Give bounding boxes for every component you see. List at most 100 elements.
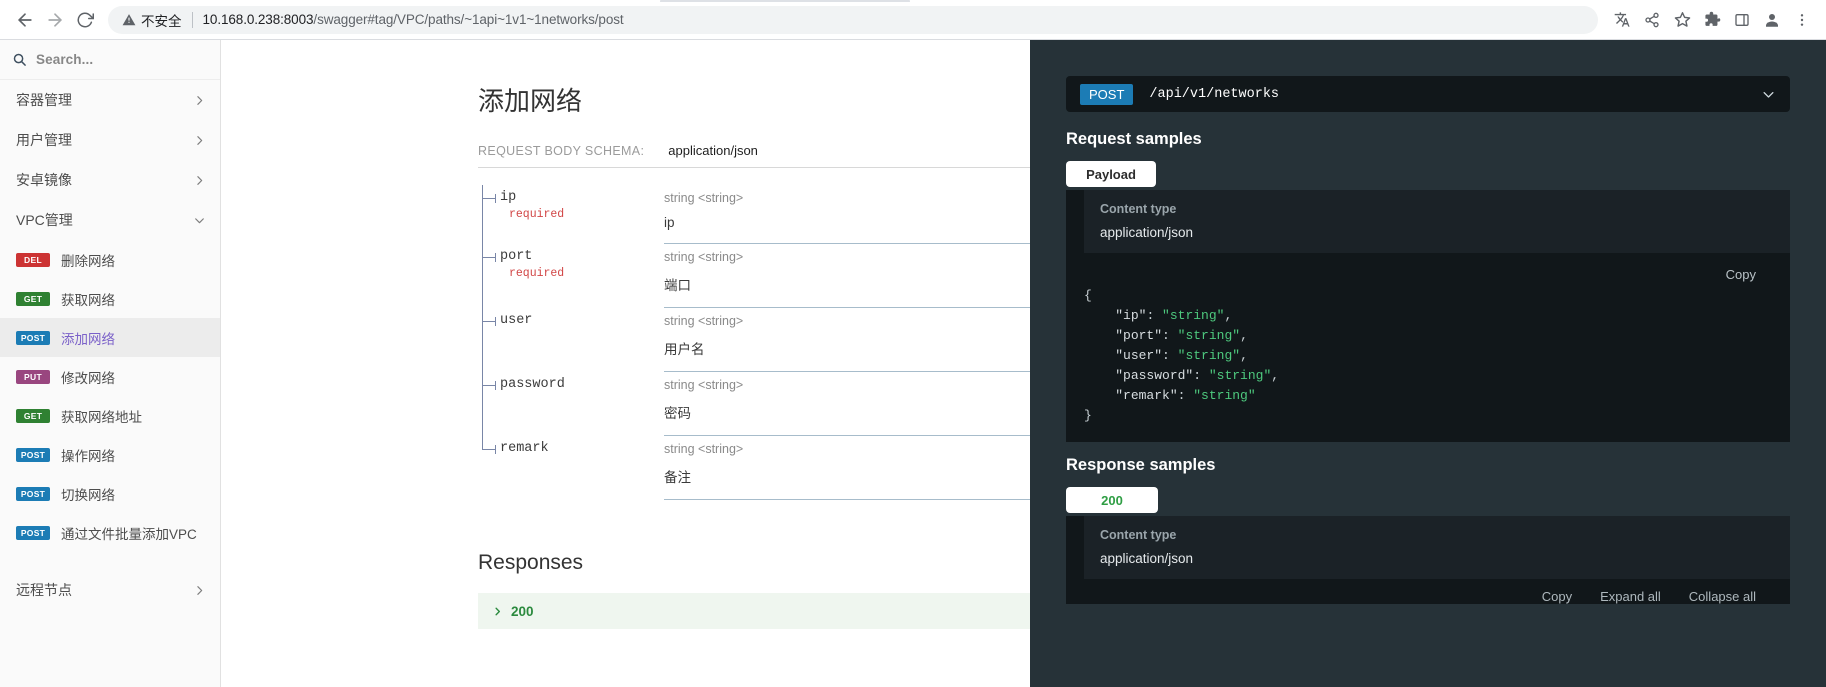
response-toolbar-links: Copy Expand all Collapse all [1066,579,1790,604]
parameter-type: string <string> [664,190,1030,206]
parameter-row: remark string <string> 备注 [478,436,1030,500]
sidebar: Search... 容器管理 用户管理 安卓镜像 VPC管理 [0,40,221,687]
tree-branch-icon [482,321,495,322]
parameter-description: 密码 [664,402,1030,422]
collapse-all-button[interactable]: Collapse all [1689,589,1756,604]
parameter-name: remark [500,440,664,457]
response-samples-section: Response samples 200 Content type applic… [1066,456,1790,604]
sidebar-item-modify-network[interactable]: PUT 修改网络 [0,357,220,396]
sidebar-item-delete-network[interactable]: DEL 删除网络 [0,240,220,279]
response-code-block: Content type application/json Copy Expan… [1066,516,1790,604]
profile-avatar-icon[interactable] [1758,6,1786,34]
request-content-type: Content type application/json [1084,190,1790,253]
search-icon [12,52,27,67]
chevron-right-icon [492,606,503,617]
endpoint-bar[interactable]: POST /api/v1/networks [1066,76,1790,112]
address-bar[interactable]: 不安全 10.168.0.238:8003/swagger#tag/VPC/pa… [108,6,1598,34]
method-badge-get: GET [16,292,50,306]
copy-button[interactable]: Copy [1726,267,1756,282]
response-content-type: Content type application/json [1084,516,1790,579]
tree-line-icon [482,436,483,450]
chevron-right-icon [193,134,206,147]
browser-tab-strip-stub[interactable] [660,0,910,2]
page-body: Search... 容器管理 用户管理 安卓镜像 VPC管理 [0,40,1826,687]
chevron-down-icon [193,214,206,227]
reload-icon[interactable] [70,5,100,35]
parameter-required-flag: required [509,267,664,280]
side-panel-icon[interactable] [1728,6,1756,34]
chrome-menu-icon[interactable] [1788,6,1816,34]
sidebar-group-label: VPC管理 [16,210,73,230]
sidebar-item-add-network[interactable]: POST 添加网络 [0,318,220,357]
forward-arrow-icon[interactable] [40,5,70,35]
tab-payload[interactable]: Payload [1066,161,1156,187]
parameter-required-flag: required [509,208,664,221]
request-samples-title: Request samples [1066,130,1790,149]
parameter-name: password [500,376,664,393]
chevron-down-icon[interactable] [1761,87,1776,102]
sidebar-item-label: 切换网络 [61,484,115,504]
chevron-right-icon [193,584,206,597]
tab-response-200[interactable]: 200 [1066,487,1158,513]
tree-line-icon [482,185,483,244]
parameter-row: user string <string> 用户名 [478,308,1030,372]
content-type-label: Content type [1100,202,1774,216]
chevron-right-icon [193,94,206,107]
sidebar-item-label: 获取网络 [61,289,115,309]
sidebar-group-label: 远程节点 [16,580,72,600]
parameter-list: ip required string <string> ip port re [478,185,1030,500]
address-bar-url: 10.168.0.238:8003/swagger#tag/VPC/paths/… [203,12,624,27]
tree-branch-icon [482,449,495,450]
sidebar-item-get-network-address[interactable]: GET 获取网络地址 [0,396,220,435]
search-input[interactable]: Search... [0,40,220,80]
sidebar-item-switch-network[interactable]: POST 切换网络 [0,474,220,513]
page-title: 添加网络 [478,86,1030,117]
sidebar-item-label: 添加网络 [61,328,115,348]
sidebar-group-android-image[interactable]: 安卓镜像 [0,160,220,200]
sidebar-item-batch-add-vpc[interactable]: POST 通过文件批量添加VPC [0,513,220,552]
response-row-200[interactable]: 200 [478,593,1030,629]
url-path: /swagger#tag/VPC/paths/~1api~1v1~1networ… [313,12,623,27]
sidebar-item-operate-network[interactable]: POST 操作网络 [0,435,220,474]
parameter-name: user [500,312,664,329]
tree-branch-icon [482,257,495,258]
back-arrow-icon[interactable] [10,5,40,35]
response-status-code: 200 [511,604,534,619]
method-badge-get: GET [16,409,50,423]
request-body-schema-value: application/json [668,143,758,158]
endpoint-path: /api/v1/networks [1149,87,1761,102]
sidebar-item-label: 通过文件批量添加VPC [61,523,197,543]
bookmark-star-icon[interactable] [1668,6,1696,34]
content-type-value: application/json [1100,551,1774,566]
browser-toolbar: 不安全 10.168.0.238:8003/swagger#tag/VPC/pa… [0,0,1826,40]
sidebar-group-remote-node[interactable]: 远程节点 [0,570,220,610]
request-body-schema-header: REQUEST BODY SCHEMA: application/json [478,143,1030,168]
share-icon[interactable] [1638,6,1666,34]
sidebar-item-label: 操作网络 [61,445,115,465]
endpoint-method-badge: POST [1080,84,1133,105]
expand-all-button[interactable]: Expand all [1600,589,1661,604]
tree-cap-icon [495,253,496,262]
tree-cap-icon [495,381,496,390]
parameter-description: 端口 [664,274,1030,294]
tree-cap-icon [495,317,496,326]
sidebar-group-vpc[interactable]: VPC管理 [0,200,220,240]
not-secure-label: 不安全 [141,10,182,30]
method-badge-post: POST [16,448,50,462]
sidebar-group-label: 容器管理 [16,90,72,110]
extensions-icon[interactable] [1698,6,1726,34]
content-type-value: application/json [1100,225,1774,240]
parameter-type: string <string> [664,377,1030,393]
copy-button[interactable]: Copy [1542,589,1572,604]
sidebar-group-users[interactable]: 用户管理 [0,120,220,160]
method-badge-post: POST [16,331,50,345]
parameter-type: string <string> [664,441,1030,457]
method-badge-put: PUT [16,370,50,384]
sidebar-group-container[interactable]: 容器管理 [0,80,220,120]
translate-icon[interactable] [1608,6,1636,34]
parameter-type: string <string> [664,313,1030,329]
sidebar-item-get-network[interactable]: GET 获取网络 [0,279,220,318]
parameter-name: ip [500,189,664,206]
request-copy-row: Copy [1066,253,1790,282]
samples-panel: POST /api/v1/networks Request samples Pa… [1030,40,1826,687]
